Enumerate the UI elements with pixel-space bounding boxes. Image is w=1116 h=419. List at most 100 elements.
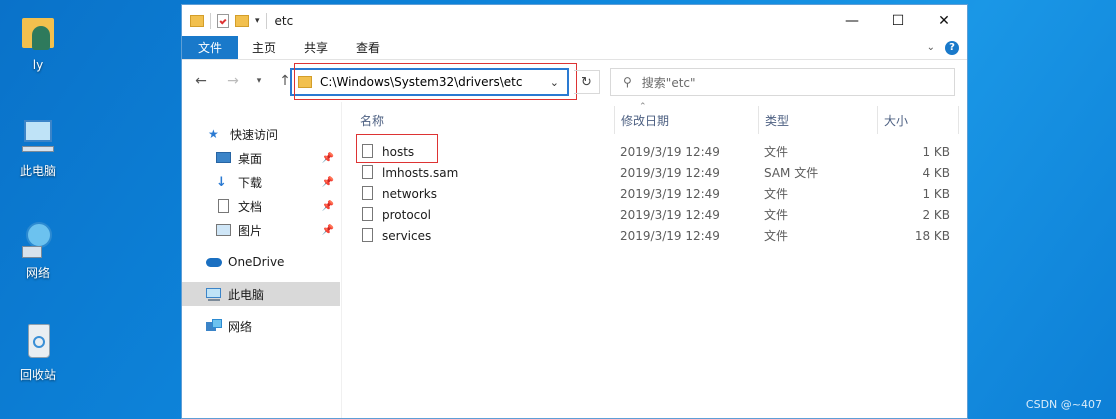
file-type: 文件 — [764, 187, 789, 201]
search-box[interactable]: ⚲ 搜索"etc" — [610, 68, 955, 96]
file-type: 文件 — [764, 229, 789, 243]
title-bar: ▾ etc — ☐ ✕ — [182, 5, 967, 36]
table-row[interactable]: services 2019/3/19 12:49 文件 18 KB — [358, 225, 958, 246]
column-divider[interactable] — [758, 106, 759, 134]
user-folder-icon — [18, 14, 58, 54]
table-row[interactable]: hosts 2019/3/19 12:49 文件 1 KB — [358, 141, 958, 162]
file-list: ⌃ 名称 修改日期 类型 大小 hosts 2019/3/19 12:49 文件… — [342, 102, 967, 418]
refresh-icon[interactable]: ↻ — [574, 70, 600, 94]
column-header-size[interactable]: 大小 — [884, 108, 908, 132]
file-name: services — [382, 228, 432, 243]
file-icon — [362, 207, 373, 221]
file-size: 4 KB — [922, 165, 950, 180]
chevron-down-icon[interactable]: ⌄ — [550, 76, 559, 89]
back-arrow-icon[interactable]: ← — [190, 73, 212, 89]
desktop-icon-label: 网络 — [25, 266, 50, 280]
forward-arrow-icon[interactable]: → — [222, 73, 244, 89]
search-icon: ⚲ — [623, 75, 632, 89]
column-header-type[interactable]: 类型 — [765, 108, 789, 132]
desktop-icon-network[interactable]: 网络 — [6, 220, 70, 281]
file-date: 2019/3/19 12:49 — [620, 165, 720, 180]
column-divider[interactable] — [614, 106, 615, 134]
download-arrow-icon: ↓ — [216, 175, 227, 190]
file-size: 2 KB — [922, 207, 950, 222]
address-path: C:\Windows\System32\drivers\etc — [320, 75, 523, 89]
navigation-bar: ← → ▾ ↑ C:\Windows\System32\drivers\etc … — [182, 60, 967, 102]
minimize-button[interactable]: — — [829, 5, 875, 36]
column-divider[interactable] — [877, 106, 878, 134]
desktop-icon-this-pc[interactable]: 此电脑 — [6, 118, 70, 179]
pin-icon[interactable]: 📌 — [322, 153, 334, 164]
file-name: networks — [382, 186, 437, 201]
nav-item-label: OneDrive — [228, 255, 285, 269]
recycle-bin-icon — [18, 322, 58, 362]
column-header-date[interactable]: 修改日期 — [621, 108, 669, 132]
nav-item-label: 桌面 — [238, 151, 263, 166]
nav-item-onedrive[interactable]: OneDrive — [182, 250, 340, 274]
new-folder-icon[interactable] — [235, 14, 249, 27]
tab-view[interactable]: 查看 — [342, 36, 394, 59]
file-date: 2019/3/19 12:49 — [620, 144, 720, 159]
properties-icon[interactable] — [217, 13, 229, 28]
toolbar-separator — [210, 12, 211, 29]
nav-item-label: 此电脑 — [228, 287, 265, 302]
computer-icon — [18, 118, 58, 158]
expand-ribbon-icon[interactable]: ⌄ — [927, 42, 935, 53]
nav-item-documents[interactable]: 文档 📌 — [182, 194, 340, 218]
network-icon — [206, 319, 222, 333]
file-icon — [362, 165, 373, 179]
nav-item-pictures[interactable]: 图片 📌 — [182, 218, 340, 242]
star-icon: ★ — [208, 127, 219, 141]
help-icon[interactable]: ? — [945, 40, 959, 55]
tab-share[interactable]: 共享 — [290, 36, 342, 59]
tab-home[interactable]: 主页 — [238, 36, 290, 59]
tab-file[interactable]: 文件 — [182, 36, 239, 59]
nav-item-label: 网络 — [228, 319, 253, 334]
pin-icon[interactable]: 📌 — [322, 201, 334, 212]
explorer-body: ★ 快速访问 桌面 📌 ↓ 下载 📌 文档 📌 图片 📌 OneDrive 此电… — [182, 102, 967, 418]
cloud-icon — [206, 255, 222, 269]
desktop-icon-label: ly — [32, 58, 44, 72]
nav-item-label: 图片 — [238, 223, 263, 238]
ribbon-tabs: 文件 主页 共享 查看 ⌄ ? — [182, 36, 967, 60]
column-header-name[interactable]: 名称 — [360, 108, 384, 132]
file-date: 2019/3/19 12:49 — [620, 228, 720, 243]
navigation-pane: ★ 快速访问 桌面 📌 ↓ 下载 📌 文档 📌 图片 📌 OneDrive 此电… — [182, 102, 342, 418]
nav-item-quick-access[interactable]: ★ 快速访问 — [182, 122, 340, 146]
table-row[interactable]: protocol 2019/3/19 12:49 文件 2 KB — [358, 204, 958, 225]
nav-item-label: 下载 — [238, 175, 263, 190]
file-icon — [362, 186, 373, 200]
file-date: 2019/3/19 12:49 — [620, 207, 720, 222]
file-icon — [362, 228, 373, 242]
network-globe-icon — [18, 220, 58, 260]
file-size: 1 KB — [922, 144, 950, 159]
recent-locations-chevron-icon[interactable]: ▾ — [248, 76, 270, 86]
file-date: 2019/3/19 12:49 — [620, 186, 720, 201]
file-size: 1 KB — [922, 186, 950, 201]
nav-item-this-pc[interactable]: 此电脑 — [182, 282, 340, 306]
customize-dropdown-icon[interactable]: ▾ — [255, 16, 260, 26]
nav-item-network[interactable]: 网络 — [182, 314, 340, 338]
pin-icon[interactable]: 📌 — [322, 225, 334, 236]
pin-icon[interactable]: 📌 — [322, 177, 334, 188]
table-row[interactable]: lmhosts.sam 2019/3/19 12:49 SAM 文件 4 KB — [358, 162, 958, 183]
maximize-button[interactable]: ☐ — [875, 5, 921, 36]
close-button[interactable]: ✕ — [921, 5, 967, 36]
quick-access-toolbar: ▾ — [190, 12, 267, 29]
desktop-icon-user[interactable]: ly — [6, 14, 70, 72]
file-explorer-window: ▾ etc — ☐ ✕ 文件 主页 共享 查看 ⌄ ? ← → ▾ ↑ C:\W… — [181, 4, 968, 419]
search-placeholder: 搜索"etc" — [641, 75, 696, 90]
table-row[interactable]: networks 2019/3/19 12:49 文件 1 KB — [358, 183, 958, 204]
nav-item-desktop[interactable]: 桌面 📌 — [182, 146, 340, 170]
file-type: 文件 — [764, 145, 789, 159]
desktop-icon — [216, 151, 232, 165]
address-bar[interactable]: C:\Windows\System32\drivers\etc ⌄ — [290, 68, 569, 96]
nav-item-downloads[interactable]: ↓ 下载 📌 — [182, 170, 340, 194]
desktop-icon-recycle-bin[interactable]: 回收站 — [6, 322, 70, 383]
document-icon — [216, 199, 232, 213]
column-divider[interactable] — [958, 106, 959, 134]
nav-item-label: 文档 — [238, 199, 263, 214]
file-type: SAM 文件 — [764, 166, 819, 180]
file-type: 文件 — [764, 208, 789, 222]
window-title: etc — [274, 13, 294, 28]
